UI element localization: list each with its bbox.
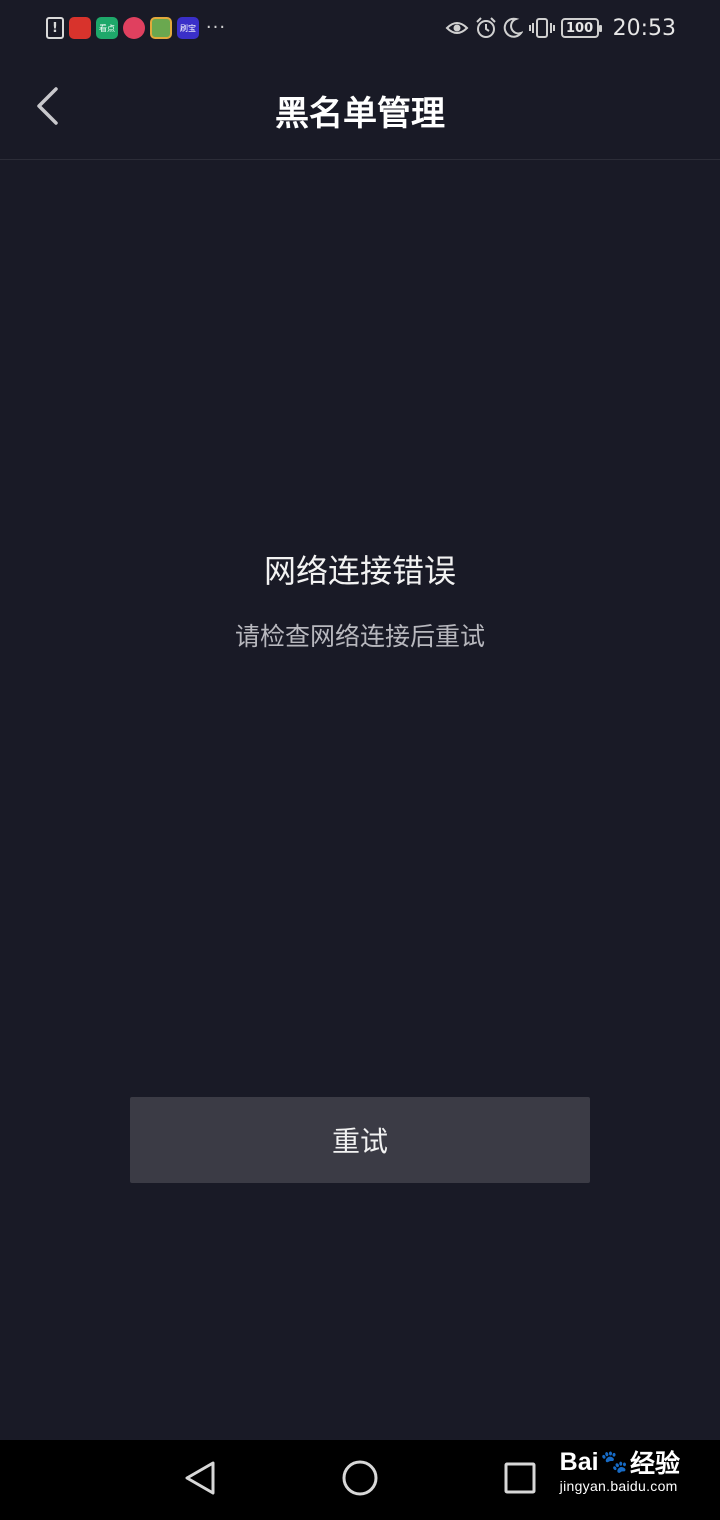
paw-icon: 🐾 (600, 1449, 628, 1474)
home-circle-icon (341, 1459, 379, 1501)
nav-back-button[interactable] (178, 1458, 222, 1502)
app-icon-pink (123, 17, 145, 39)
app-icon-kandian: 看点 (96, 17, 118, 39)
error-title: 网络连接错误 (263, 552, 456, 590)
back-triangle-icon (183, 1460, 217, 1500)
watermark-url: jingyan.baidu.com (559, 1478, 678, 1494)
alert-icon: ! (46, 17, 64, 39)
retry-button[interactable]: 重试 (130, 1097, 590, 1183)
moon-icon (503, 17, 523, 39)
nav-recents-button[interactable] (498, 1458, 542, 1502)
battery-icon: 100 (560, 18, 602, 38)
page-title: 黑名单管理 (275, 94, 445, 134)
app-icon-red (69, 17, 91, 39)
clock: 20:53 (612, 15, 676, 41)
app-icon-shuabao: 刷宝 (177, 17, 199, 39)
system-icons: 100 20:53 (445, 14, 676, 42)
status-bar: ! 看点 刷宝 ··· 100 20:53 (0, 0, 720, 58)
battery-level: 100 (566, 20, 594, 36)
error-message: 请检查网络连接后重试 (234, 622, 485, 651)
alarm-icon (475, 17, 497, 39)
nav-home-button[interactable] (338, 1458, 382, 1502)
more-notifications-icon: ··· (205, 17, 227, 38)
watermark-suffix: 经验 (629, 1450, 680, 1478)
header: 黑名单管理 (0, 58, 720, 160)
navigation-bar: Bai 🐾 经验 jingyan.baidu.com (0, 1440, 720, 1520)
eye-icon (445, 18, 469, 38)
notification-icons: ! 看点 刷宝 ··· (46, 17, 228, 39)
watermark-brand: Bai (559, 1447, 599, 1476)
vibrate-icon (528, 17, 555, 39)
app-icon-book (150, 17, 172, 39)
recents-square-icon (503, 1461, 537, 1499)
baidu-jingyan-watermark: Bai 🐾 经验 jingyan.baidu.com (559, 1444, 680, 1495)
